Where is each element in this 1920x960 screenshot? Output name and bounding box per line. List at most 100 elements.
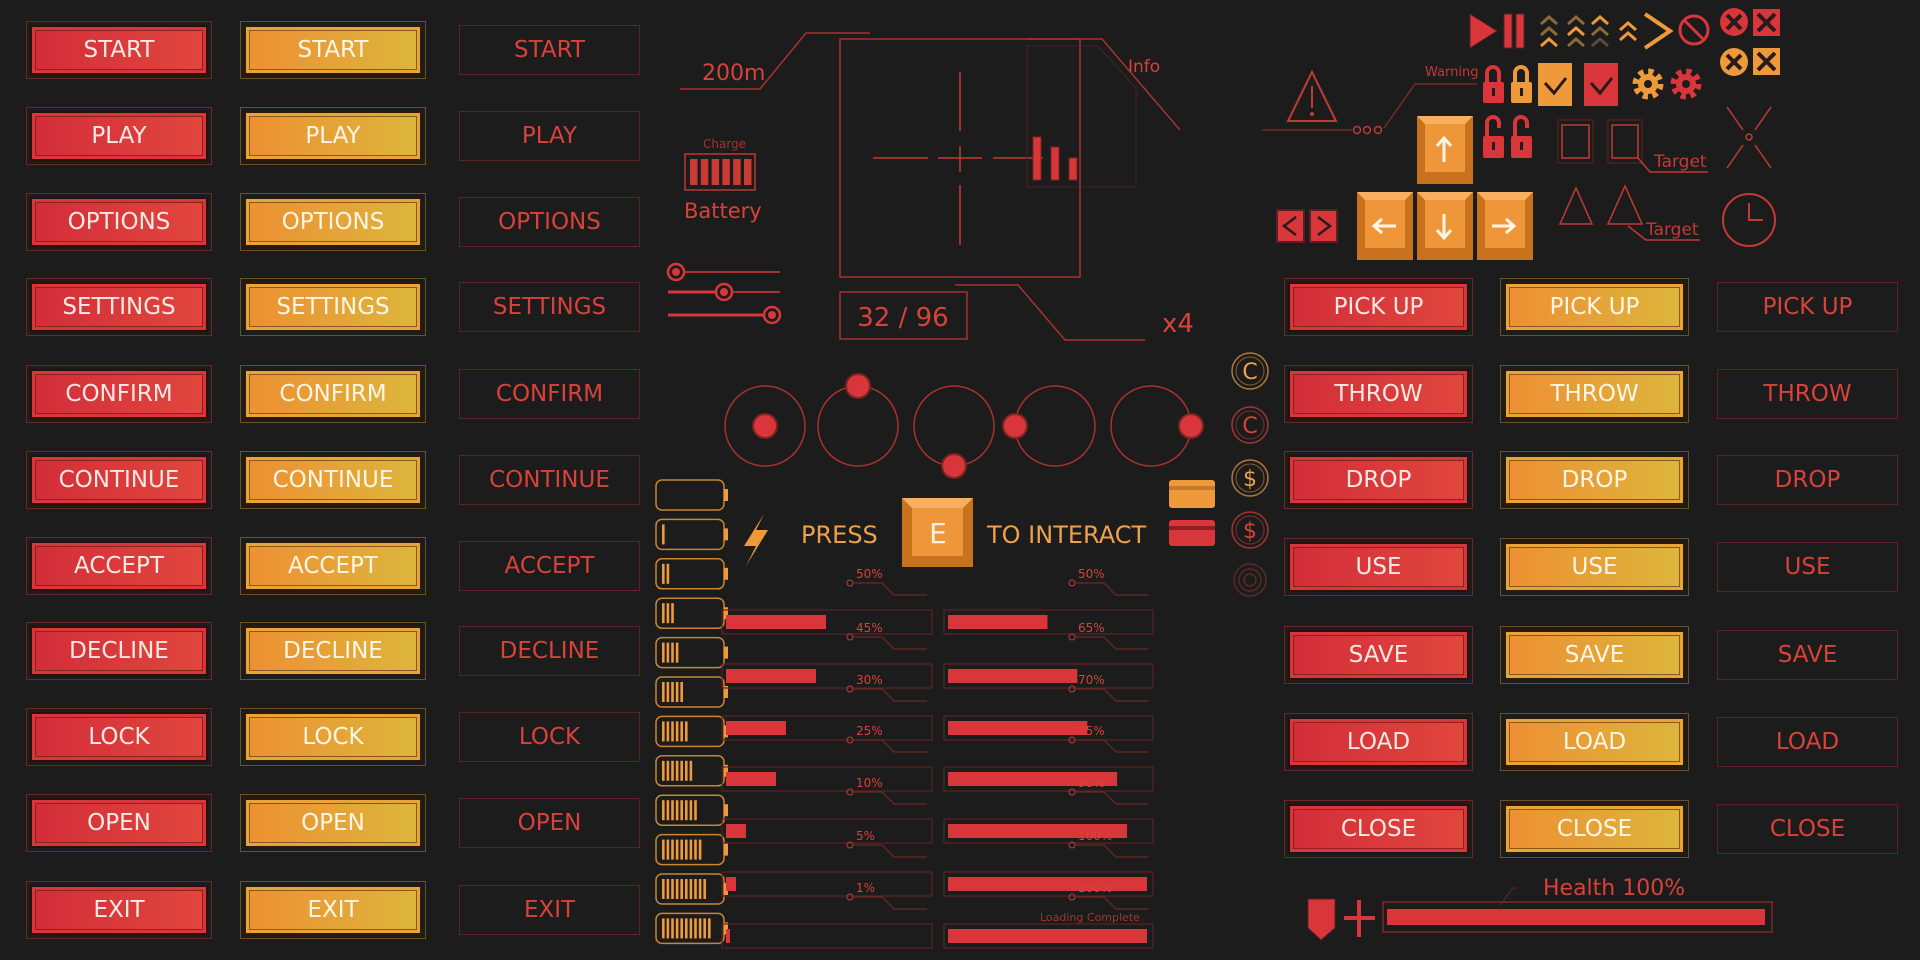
crosshair-x-icon [1726, 106, 1772, 169]
close-circle-orange-icon[interactable] [1720, 48, 1748, 76]
dial-knob[interactable] [752, 413, 778, 439]
dial-knob[interactable] [845, 373, 871, 399]
gear-orange-icon[interactable] [1632, 68, 1664, 100]
progress-label: 30% [856, 673, 883, 687]
coins: C C $ $ [1231, 352, 1269, 549]
progress-fill [726, 772, 776, 786]
top-right-icons: Warning Target Target [1262, 8, 1780, 260]
interact-text: TO INTERACT [986, 521, 1146, 549]
signal-icon [1233, 563, 1267, 597]
progress-fill [726, 877, 736, 891]
charge-battery: Charge Battery [684, 137, 762, 223]
scope-crosshair [839, 38, 1081, 278]
prev-button[interactable] [1276, 209, 1305, 243]
coin-icon: C [1231, 406, 1269, 444]
progress-fill [726, 669, 816, 683]
health-fill [1387, 909, 1765, 925]
ammo-counter: 32 / 96 [839, 291, 968, 340]
progress-bar: 90% [943, 776, 1154, 844]
coin-symbol: $ [1243, 519, 1257, 544]
battery-icon [655, 873, 728, 905]
progress-fill [726, 929, 730, 943]
shield-icon [1307, 898, 1336, 941]
pause-icon[interactable] [1503, 13, 1525, 49]
arrow-key-right[interactable] [1477, 192, 1533, 260]
hud-layer: 200m Charge Battery 32 / 96 x4 Info C C $ $ [655, 8, 1780, 949]
sliders [666, 262, 782, 325]
close-circle-red-icon[interactable] [1720, 8, 1748, 36]
progress-bar: 50% [721, 567, 933, 635]
progress-bar: 65% [943, 621, 1154, 689]
lock-open-red-icon [1511, 115, 1532, 158]
progress-label: 1% [856, 881, 875, 895]
battery-label: Battery [684, 199, 762, 223]
progress-bar: 10% [721, 776, 933, 844]
checkbox-checked-red[interactable] [1584, 63, 1618, 106]
progress-fill [948, 721, 1088, 735]
progress-label: 10% [856, 776, 883, 790]
health-bar: Health 100% [1307, 876, 1773, 941]
dial-right[interactable] [1110, 385, 1204, 467]
warning-label: Warning [1425, 65, 1478, 80]
slider[interactable] [668, 305, 782, 325]
gear-red-icon[interactable] [1670, 68, 1702, 100]
lock-closed-red-icon [1483, 65, 1504, 103]
chevron-right-icon[interactable] [1643, 12, 1674, 50]
progress-bar: 70% [943, 673, 1154, 741]
target-label: Target [1653, 152, 1707, 172]
loading-complete-label: Loading Complete [1040, 911, 1140, 924]
dial-center[interactable] [724, 385, 806, 467]
progress-fill [948, 929, 1147, 943]
charge-label: Charge [703, 137, 746, 151]
progress-bars: 50% 45% 30% 25% 10% 5% 1% 50% 65% 70% 85% 90% 100% 10… [721, 567, 1154, 949]
interact-prompt: PRESS E TO INTERACT [744, 498, 1146, 567]
slider[interactable] [668, 282, 780, 302]
clock-icon [1722, 193, 1776, 247]
progress-label: 90% [1078, 776, 1105, 790]
dial-knob[interactable] [941, 453, 967, 479]
dial-top[interactable] [817, 373, 899, 467]
coin-icon: $ [1231, 459, 1269, 497]
play-icon[interactable] [1469, 13, 1498, 49]
battery-icon [655, 676, 728, 708]
battery-icon [655, 479, 728, 511]
progress-bar: 50% [943, 567, 1154, 635]
progress-label: 25% [856, 724, 883, 738]
dial-knob[interactable] [1178, 413, 1204, 439]
zoom-readout: x4 [955, 284, 1194, 341]
charge-bar [744, 159, 752, 185]
close-square-orange-icon[interactable] [1753, 48, 1780, 75]
dial-left[interactable] [1002, 385, 1096, 467]
progress-fill [948, 877, 1147, 891]
lock-open-red-icon [1483, 115, 1504, 158]
e-key-label: E [929, 517, 947, 550]
target-label: Target [1645, 220, 1699, 240]
arrow-key-down[interactable] [1417, 192, 1473, 260]
arrow-key-left[interactable] [1357, 192, 1413, 260]
dial-knob[interactable] [1002, 413, 1028, 439]
close-square-red-icon[interactable] [1753, 9, 1780, 36]
arrow-key-up[interactable] [1417, 116, 1473, 184]
checkbox-checked-orange[interactable] [1538, 63, 1572, 106]
progress-bar: 1% [721, 881, 933, 949]
charge-bar [711, 159, 720, 185]
plus-icon [1344, 900, 1375, 937]
e-key: E [902, 498, 973, 567]
prohibited-icon [1678, 14, 1710, 46]
progress-bar: 45% [721, 621, 933, 689]
battery-icon [655, 715, 728, 748]
battery-icon [655, 912, 728, 945]
battery-levels [655, 479, 728, 945]
progress-label: 5% [856, 829, 875, 843]
battery-icon [655, 794, 728, 826]
chevrons-up-icon [1540, 15, 1637, 48]
charge-bars [690, 159, 752, 185]
progress-label: 85% [1078, 724, 1105, 738]
progress-label: 70% [1078, 673, 1105, 687]
card-orange-icon [1169, 480, 1215, 508]
progress-label: 45% [856, 621, 883, 635]
coin-symbol: $ [1243, 467, 1257, 492]
next-button[interactable] [1309, 209, 1338, 243]
slider[interactable] [666, 262, 780, 282]
dial-bottom[interactable] [913, 385, 995, 479]
